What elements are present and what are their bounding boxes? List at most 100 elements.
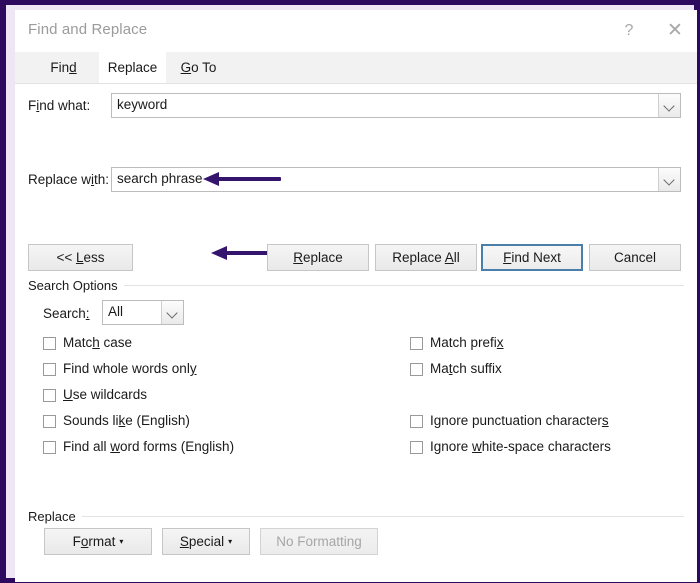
checkbox-box[interactable] bbox=[410, 441, 423, 454]
page-title: Find and Replace bbox=[28, 21, 148, 38]
replace-all-button-label-b: ll bbox=[453, 250, 460, 265]
checkbox-label: Match suffix bbox=[430, 361, 502, 376]
checkbox-box[interactable] bbox=[43, 363, 56, 376]
cancel-button[interactable]: Cancel bbox=[589, 244, 681, 271]
label-a: Sounds li bbox=[63, 413, 119, 428]
checkbox-label: Ignore punctuation characters bbox=[430, 413, 609, 428]
checkbox-label: Find whole words only bbox=[63, 361, 197, 376]
chevron-down-icon: ▾ bbox=[228, 537, 233, 546]
tab-go-to-label-accel: G bbox=[180, 60, 192, 75]
label-accel: h bbox=[92, 335, 100, 350]
format-button[interactable]: Format ▾ bbox=[44, 528, 152, 555]
checkbox-box[interactable] bbox=[43, 337, 56, 350]
checkbox-box[interactable] bbox=[43, 389, 56, 402]
label-accel: s bbox=[601, 413, 609, 428]
tab-find[interactable]: Find bbox=[28, 52, 99, 84]
find-what-combobox[interactable]: keyword bbox=[111, 93, 681, 118]
replace-button[interactable]: Replace bbox=[267, 244, 369, 271]
label-b: se wildcards bbox=[72, 387, 148, 402]
search-options-group-rule bbox=[28, 285, 684, 286]
label-a: Matc bbox=[63, 335, 93, 350]
checkbox-box[interactable] bbox=[410, 337, 423, 350]
label-b: ord forms (English) bbox=[120, 439, 235, 454]
replace-all-button-label-a: Replace bbox=[392, 250, 445, 265]
label-b: case bbox=[99, 335, 133, 350]
chevron-down-icon[interactable] bbox=[658, 168, 680, 191]
checkbox-label: Sounds like (English) bbox=[63, 413, 190, 428]
replace-with-combobox[interactable]: search phrase bbox=[111, 167, 681, 192]
tab-strip: Find Replace Go To bbox=[15, 52, 697, 84]
label-accel: x bbox=[496, 335, 504, 350]
find-what-label-a: F bbox=[28, 98, 37, 113]
arrow-head-icon bbox=[211, 246, 227, 260]
checkbox-label: Use wildcards bbox=[63, 387, 147, 402]
special-button[interactable]: Special ▾ bbox=[162, 528, 250, 555]
label-a: Find all bbox=[63, 439, 111, 454]
tab-replace-label: Replace bbox=[107, 60, 158, 75]
no-formatting-button-label: No Formatting bbox=[276, 534, 362, 549]
label-accel: w bbox=[110, 439, 121, 454]
label-b: ch suffix bbox=[452, 361, 502, 376]
checkbox-box[interactable] bbox=[43, 415, 56, 428]
search-scope-label: Search: bbox=[43, 306, 90, 321]
less-button[interactable]: << Less bbox=[28, 244, 133, 271]
checkbox-label: Match prefix bbox=[430, 335, 504, 350]
replace-group-rule bbox=[28, 516, 684, 517]
find-what-label: Find what: bbox=[28, 98, 90, 113]
close-icon[interactable]: ✕ bbox=[660, 18, 690, 44]
tab-find-label-a: Fin bbox=[50, 60, 70, 75]
find-next-button[interactable]: Find Next bbox=[481, 244, 583, 271]
title-bar: Find and Replace ? ✕ bbox=[15, 10, 697, 52]
format-button-label-b: rmat bbox=[88, 534, 116, 549]
replace-with-label-a: Replace w bbox=[28, 172, 92, 187]
replace-group-label: Replace bbox=[28, 509, 82, 524]
less-button-label-a: << bbox=[56, 250, 76, 265]
replace-button-label-accel: R bbox=[293, 250, 303, 265]
label-a: Ignore punctuation character bbox=[430, 413, 602, 428]
tab-go-to-label-b: o To bbox=[191, 60, 217, 75]
replace-button-label-b: eplace bbox=[302, 250, 343, 265]
checkbox-label: Ignore white-space characters bbox=[430, 439, 611, 454]
find-next-button-label-b: ind Next bbox=[511, 250, 561, 265]
chevron-down-icon[interactable] bbox=[161, 301, 183, 324]
checkbox-box[interactable] bbox=[43, 441, 56, 454]
label-a: Ignore bbox=[430, 439, 473, 454]
checkbox-label: Match case bbox=[63, 335, 132, 350]
checkbox-box[interactable] bbox=[410, 415, 423, 428]
replace-all-button[interactable]: Replace All bbox=[375, 244, 477, 271]
label-accel: y bbox=[189, 361, 197, 376]
replace-with-input[interactable]: search phrase bbox=[117, 171, 203, 186]
label-accel: w bbox=[472, 439, 482, 454]
replace-with-label-b: th: bbox=[94, 172, 110, 187]
screenshot-border: Find and Replace ? ✕ Find Replace Go To … bbox=[0, 0, 700, 583]
label-b: e (English) bbox=[125, 413, 190, 428]
less-button-label-accel: L bbox=[76, 250, 84, 265]
find-and-replace-dialog: Find and Replace ? ✕ Find Replace Go To … bbox=[15, 10, 697, 582]
question-mark-icon[interactable]: ? bbox=[614, 18, 644, 44]
search-options-group-label: Search Options bbox=[28, 278, 124, 293]
tab-go-to[interactable]: Go To bbox=[166, 52, 231, 84]
search-scope-combobox[interactable]: All bbox=[102, 300, 184, 325]
checkbox-label: Find all word forms (English) bbox=[63, 439, 234, 454]
label-a: Match prefi bbox=[430, 335, 497, 350]
dialog-body: Find what: keyword Replace with: search … bbox=[15, 84, 697, 582]
chevron-down-icon: ▾ bbox=[119, 537, 124, 546]
search-scope-value: All bbox=[108, 304, 124, 319]
label-a: Ma bbox=[430, 361, 449, 376]
tab-replace[interactable]: Replace bbox=[99, 52, 166, 84]
find-what-label-b: nd what: bbox=[39, 98, 91, 113]
replace-with-label: Replace with: bbox=[28, 172, 109, 187]
find-what-input[interactable]: keyword bbox=[117, 97, 167, 112]
search-scope-label-accel: : bbox=[85, 306, 90, 321]
dialog-outer-surface: Find and Replace ? ✕ Find Replace Go To … bbox=[6, 5, 697, 582]
replace-all-button-label-accel: A bbox=[444, 250, 454, 265]
label-a: Find whole words onl bbox=[63, 361, 190, 376]
chevron-down-icon[interactable] bbox=[658, 94, 680, 117]
no-formatting-button: No Formatting bbox=[260, 528, 378, 555]
checkbox-box[interactable] bbox=[410, 363, 423, 376]
special-button-label-b: pecial bbox=[188, 534, 225, 549]
format-button-label-a: F bbox=[72, 534, 81, 549]
less-button-label-b: ess bbox=[83, 250, 105, 265]
special-button-label-accel: S bbox=[179, 534, 189, 549]
label-b: hite-space characters bbox=[481, 439, 611, 454]
